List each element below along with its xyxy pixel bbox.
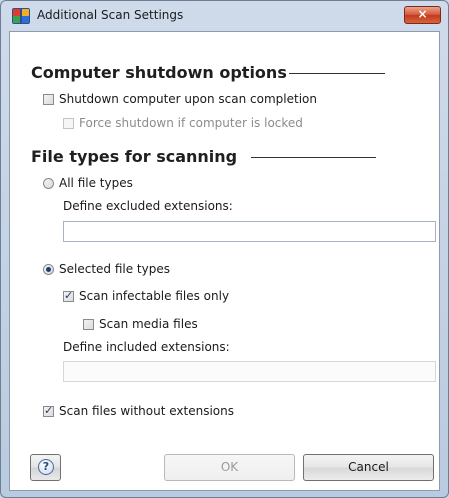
no-extension-label: Scan files without extensions xyxy=(59,404,235,418)
selected-file-types-radio[interactable] xyxy=(43,263,54,275)
ok-button[interactable]: OK xyxy=(164,454,295,481)
media-files-option[interactable]: Scan media files xyxy=(83,317,198,331)
media-files-checkbox[interactable] xyxy=(83,318,94,330)
infectable-only-checkbox[interactable] xyxy=(63,289,74,302)
dialog-window: Additional Scan Settings × Computer shut… xyxy=(0,0,449,498)
selected-file-types-label: Selected file types xyxy=(59,262,170,276)
all-file-types-label: All file types xyxy=(59,176,133,190)
shutdown-option[interactable]: Shutdown computer upon scan completion xyxy=(43,92,317,106)
section-divider xyxy=(251,157,376,158)
window-title: Additional Scan Settings xyxy=(37,8,184,22)
shutdown-checkbox[interactable] xyxy=(43,93,54,105)
infectable-only-option[interactable]: Scan infectable files only xyxy=(63,289,229,303)
all-file-types-option[interactable]: All file types xyxy=(43,176,133,190)
included-extensions-input[interactable] xyxy=(63,361,436,382)
no-extension-checkbox[interactable] xyxy=(43,404,54,417)
section-title-file-types: File types for scanning xyxy=(31,147,238,166)
infectable-only-label: Scan infectable files only xyxy=(79,289,230,303)
question-icon: ? xyxy=(38,459,54,475)
excluded-extensions-label: Define excluded extensions: xyxy=(63,199,233,213)
media-files-label: Scan media files xyxy=(99,317,198,331)
excluded-extensions-input[interactable] xyxy=(63,221,436,242)
all-file-types-radio[interactable] xyxy=(43,177,54,189)
selected-file-types-option[interactable]: Selected file types xyxy=(43,262,170,276)
force-shutdown-label: Force shutdown if computer is locked xyxy=(79,116,303,130)
help-button[interactable]: ? xyxy=(30,454,61,481)
close-icon: × xyxy=(417,7,428,21)
section-divider xyxy=(289,73,385,74)
shutdown-label: Shutdown computer upon scan completion xyxy=(59,92,317,106)
force-shutdown-checkbox[interactable] xyxy=(63,117,74,129)
title-bar[interactable]: Additional Scan Settings × xyxy=(1,1,448,31)
section-title-shutdown: Computer shutdown options xyxy=(31,63,287,82)
cancel-button[interactable]: Cancel xyxy=(303,454,434,481)
dialog-content: Computer shutdown options Shutdown compu… xyxy=(9,31,440,491)
no-extension-option[interactable]: Scan files without extensions xyxy=(43,404,234,418)
included-extensions-label: Define included extensions: xyxy=(63,340,230,354)
close-button[interactable]: × xyxy=(404,6,441,24)
force-shutdown-option[interactable]: Force shutdown if computer is locked xyxy=(63,116,303,130)
avg-logo-icon xyxy=(12,8,30,24)
